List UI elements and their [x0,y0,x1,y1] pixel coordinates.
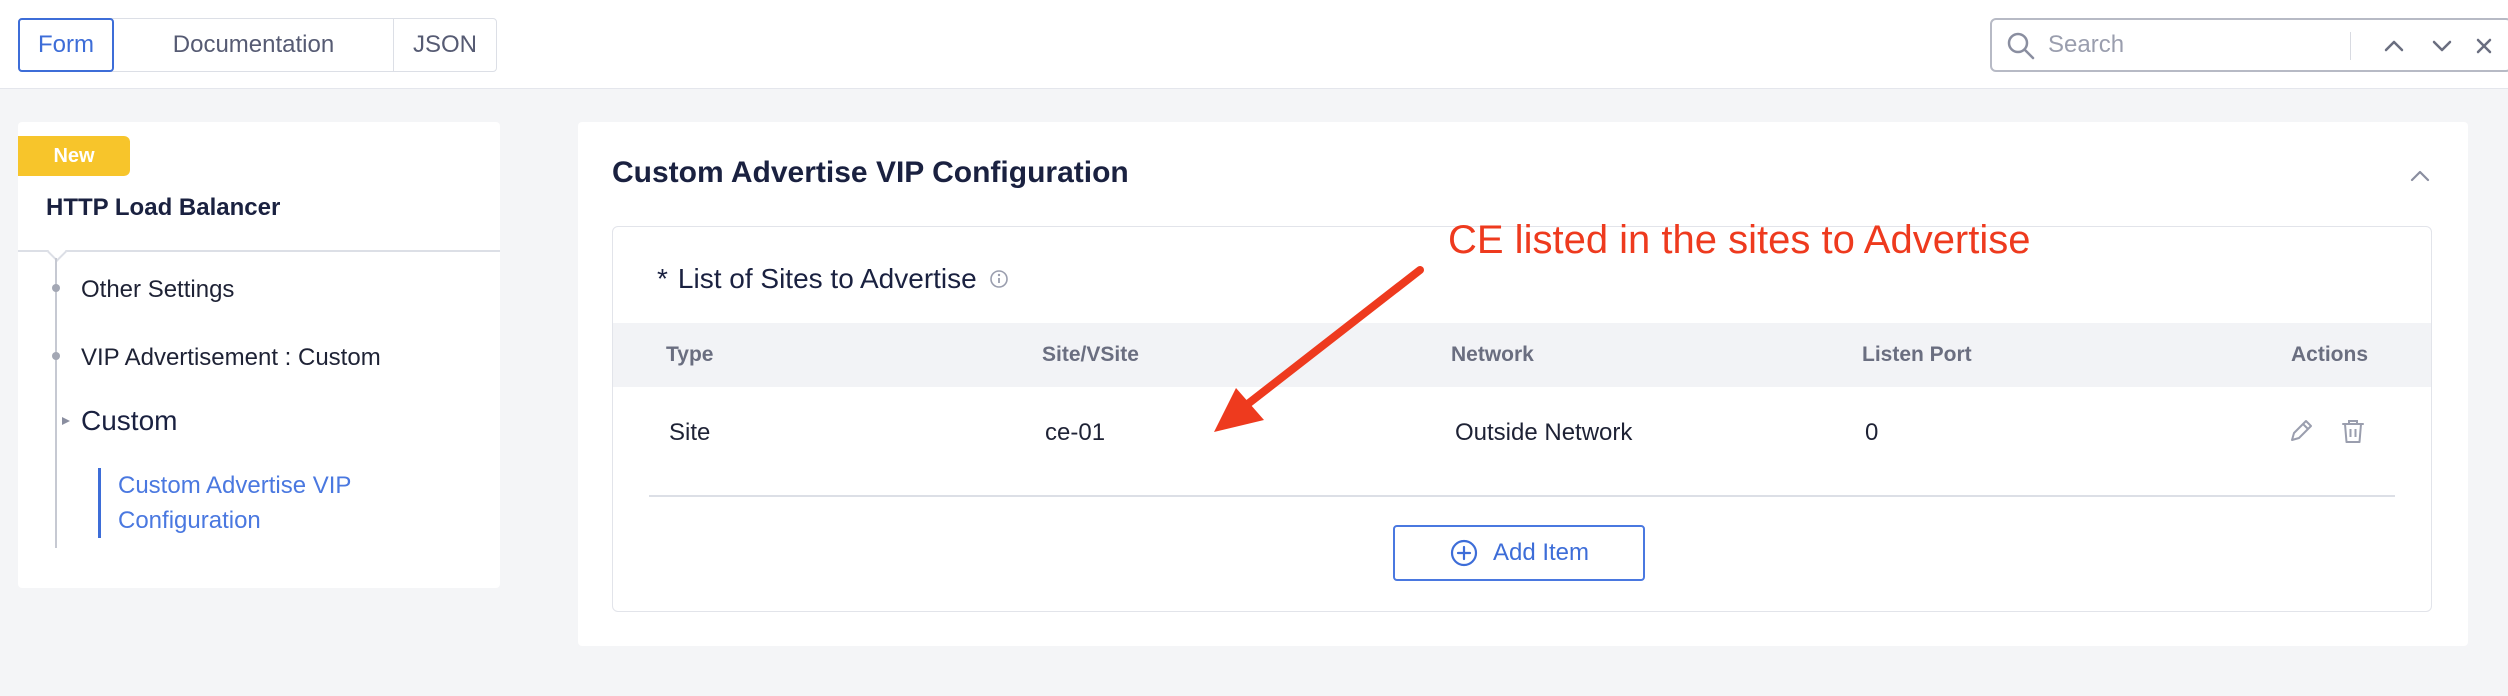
tab-json[interactable]: JSON [394,19,496,71]
divider-notch [47,242,67,262]
edit-icon[interactable] [2285,415,2317,447]
view-tabs: Form Documentation JSON [18,18,497,72]
active-indicator [98,468,101,538]
cell-type: Site [669,419,711,446]
nav-item-custom[interactable]: Custom [81,405,177,437]
column-header-site: Site/VSite [1042,343,1139,366]
annotation-arrow [1214,266,1424,432]
tree-connector [55,258,57,548]
main-section: Custom Advertise VIP Configuration * Lis… [578,122,2468,646]
list-title-label: List of Sites to Advertise [677,263,977,294]
chevron-up-icon[interactable] [2380,32,2408,60]
section-title: Custom Advertise VIP Configuration [612,156,1129,189]
list-title: * List of Sites to Advertise [657,263,1009,295]
nav-link-line2: Configuration [118,507,261,534]
nav-link-line1: Custom Advertise VIP [118,472,352,499]
info-icon[interactable] [989,269,1009,289]
caret-right-icon [62,417,70,425]
table-header: Type Site/VSite Network Listen Port Acti… [613,323,2431,387]
form-navigation-panel: New HTTP Load Balancer Other Settings VI… [18,122,500,588]
column-header-type: Type [666,343,714,366]
trash-icon[interactable] [2337,415,2369,447]
search-box [1990,18,2508,72]
nav-link-custom-advertise-vip[interactable]: Custom Advertise VIP Configuration [118,468,418,538]
search-input[interactable] [2048,28,2318,62]
chevron-up-icon[interactable] [2406,162,2434,190]
column-header-actions: Actions [2291,343,2369,366]
tab-documentation[interactable]: Documentation [114,19,394,71]
new-badge: New [18,136,130,176]
column-header-network: Network [1451,343,1534,366]
cell-network: Outside Network [1455,419,1633,446]
add-item-button[interactable]: Add Item [1393,525,1645,581]
column-header-listen-port: Listen Port [1862,343,1972,366]
tree-node-dot [52,284,60,292]
tab-form[interactable]: Form [18,18,114,72]
nav-item-other-settings[interactable]: Other Settings [81,276,234,304]
add-item-label: Add Item [1492,539,1590,566]
sites-list-card: * List of Sites to Advertise Type Site/V… [612,226,2432,612]
search-icon [2007,32,2035,60]
nav-item-vip-advertisement[interactable]: VIP Advertisement : Custom [81,344,381,372]
panel-divider [18,250,500,252]
plus-circle-icon [1450,539,1478,567]
search-separator [2350,32,2351,60]
load-balancer-title: HTTP Load Balancer [46,194,281,221]
annotation-text: CE listed in the sites to Advertise [1448,218,2031,262]
chevron-down-icon[interactable] [2428,32,2456,60]
close-icon[interactable] [2470,32,2498,60]
top-bar: Form Documentation JSON [0,0,2508,89]
cell-site: ce-01 [1045,419,1106,446]
row-divider [649,495,2395,497]
cell-listen-port: 0 [1865,419,1879,446]
required-marker: * [657,263,668,294]
tree-node-dot [52,352,60,360]
